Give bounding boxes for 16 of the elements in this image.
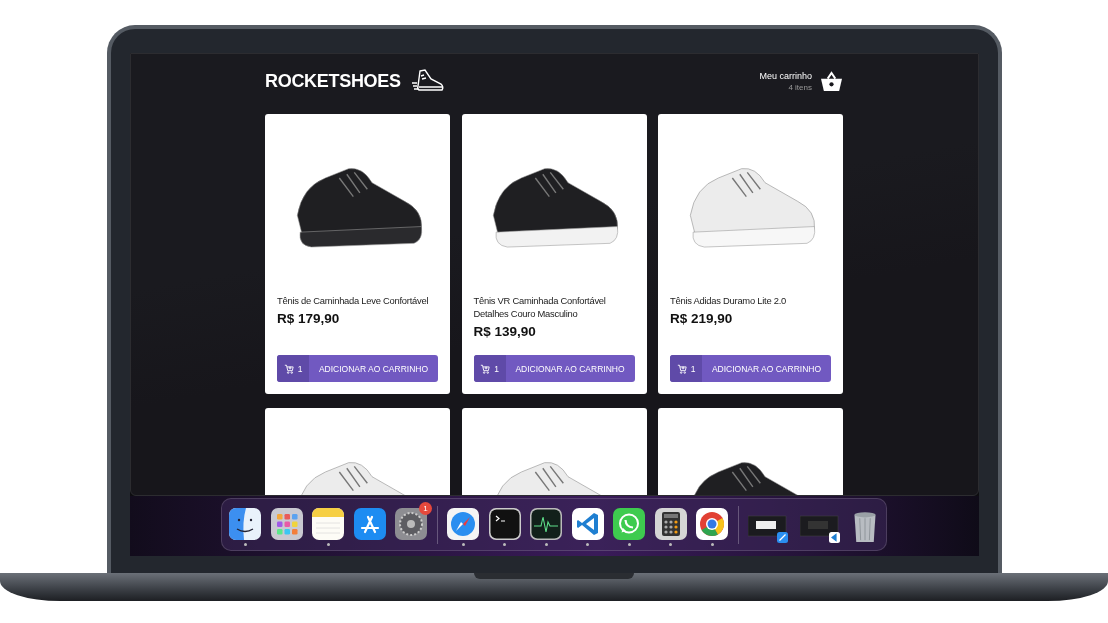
quantity-count: 1 (494, 363, 499, 374)
quantity-count: 1 (297, 363, 303, 374)
cart-item-count: 4 itens (788, 82, 812, 92)
product-price: R$ 139,90 (473, 324, 537, 339)
product-title: Tênis VR Caminhada Confortável Detalhes Couro Masculino (473, 294, 607, 320)
notification-badge: 1 (419, 501, 432, 515)
product-price: R$ 219,90 (670, 311, 734, 326)
product-title: Tênis Adidas Duramo Lite 2.0 (670, 294, 787, 307)
add-to-cart-button[interactable]: 1 ADICIONAR AO CARRINHO (670, 355, 831, 382)
product-title: Tênis de Caminhada Leve Confortável (277, 294, 430, 307)
add-to-cart-button[interactable]: 1 ADICIONAR AO CARRINHO (473, 355, 635, 382)
brand-name: ROCKETSHOES (265, 70, 401, 92)
cart-label[interactable]: Meu carrinho (759, 70, 812, 81)
product-price: R$ 179,90 (277, 311, 341, 326)
quantity-count: 1 (690, 363, 696, 374)
add-to-cart-button[interactable]: 1 ADICIONAR AO CARRINHO (277, 355, 438, 382)
